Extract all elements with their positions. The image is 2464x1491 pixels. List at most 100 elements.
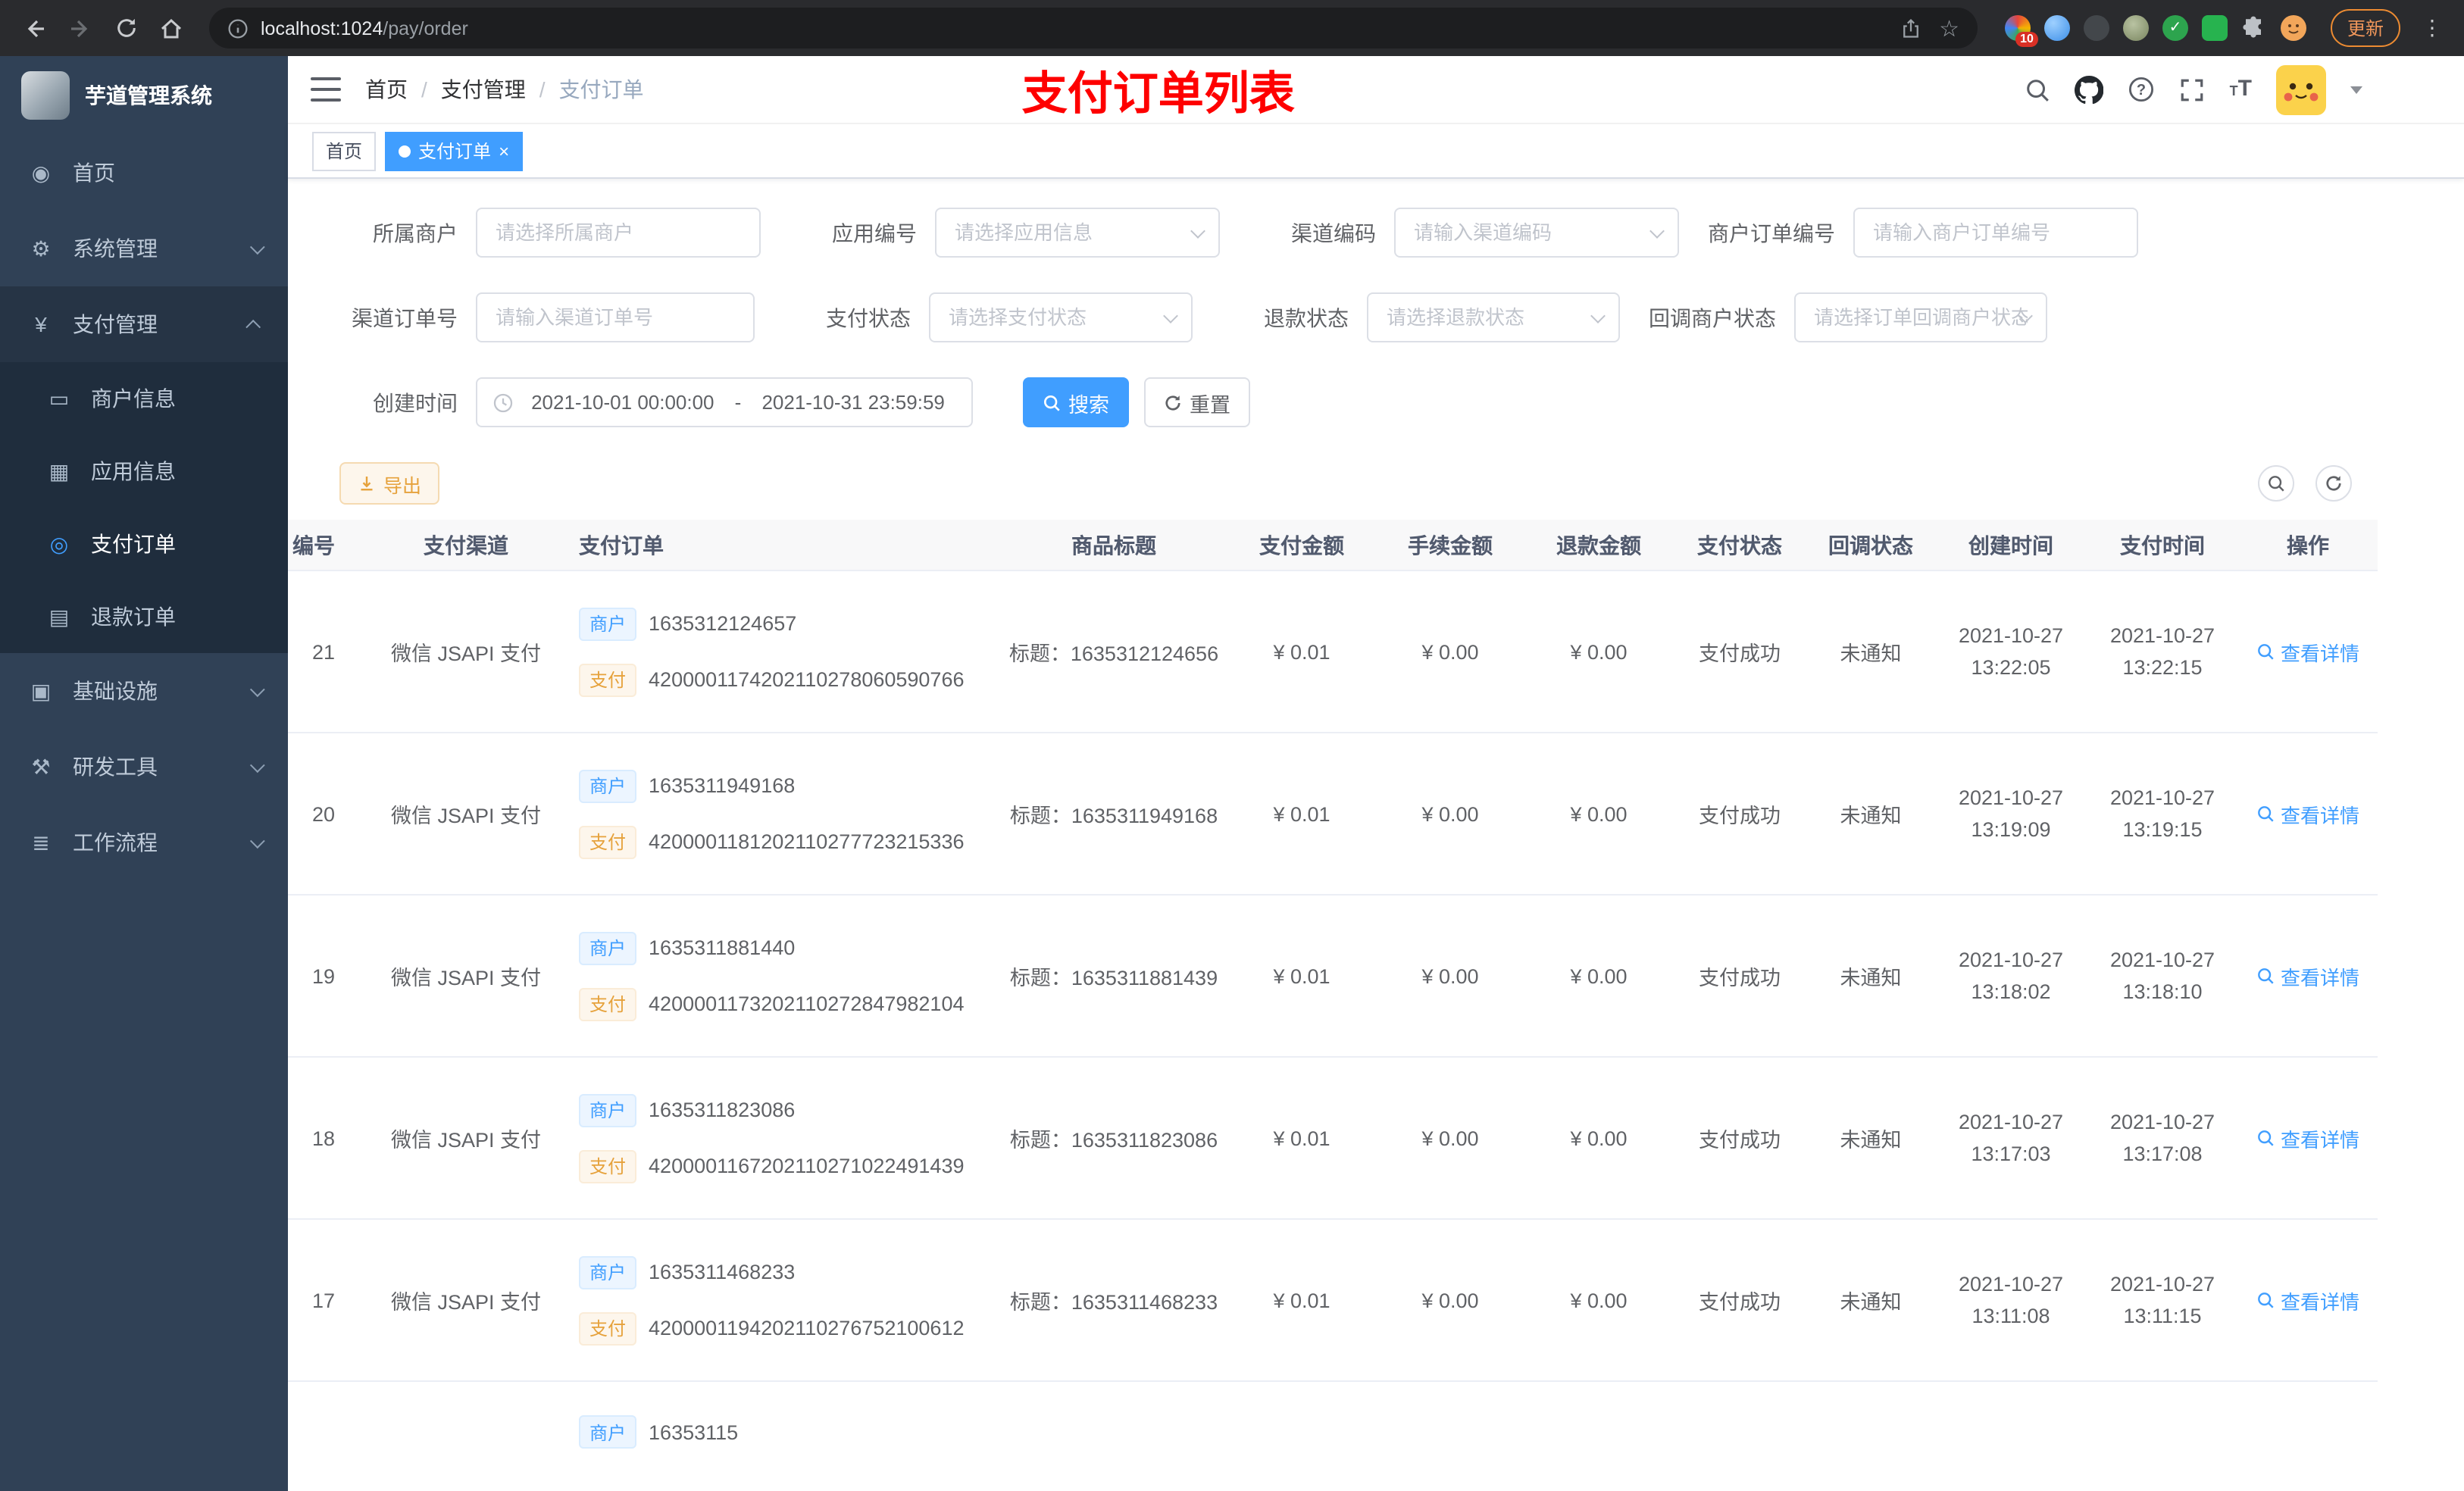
- breadcrumb: 首页 / 支付管理 / 支付订单: [365, 74, 644, 105]
- merchant-order-no-input[interactable]: [1853, 208, 2138, 258]
- header-order: 支付订单: [579, 533, 664, 557]
- site-info-icon[interactable]: [227, 17, 249, 39]
- cell-refund: [1524, 1382, 1673, 1491]
- forward-icon[interactable]: [61, 8, 100, 48]
- github-icon[interactable]: [2075, 75, 2104, 104]
- cell-title: 标题：1635312124656: [1008, 642, 1219, 665]
- sidebar-item-merchant-info[interactable]: ▭ 商户信息: [0, 362, 288, 435]
- sidebar-item-dev-tools[interactable]: ⚒ 研发工具: [0, 729, 288, 805]
- sidebar-item-system[interactable]: ⚙ 系统管理: [0, 211, 288, 286]
- view-detail-link[interactable]: 查看详情: [2256, 637, 2359, 666]
- cell-action: 查看详情: [2238, 1058, 2378, 1218]
- channel-order-no-input[interactable]: [476, 292, 755, 342]
- tab-label: 支付订单: [418, 141, 492, 162]
- extension-olive-icon[interactable]: [2122, 15, 2149, 41]
- sidebar-item-pay-order[interactable]: ◎ 支付订单: [0, 508, 288, 580]
- tools-icon: ⚒: [31, 754, 51, 778]
- user-avatar[interactable]: [2276, 64, 2326, 114]
- sidebar-toggle-icon[interactable]: [311, 77, 341, 102]
- caret-down-icon[interactable]: [2350, 86, 2362, 93]
- sidebar-item-app-info[interactable]: ▦ 应用信息: [0, 435, 288, 508]
- cell-order: 商户 1635312124657 支付 4200001174202110278060…: [561, 571, 1000, 732]
- merchant-label: 所属商户: [373, 220, 458, 245]
- grid-icon: ▦: [48, 458, 70, 483]
- app-no-select[interactable]: [935, 208, 1220, 258]
- extension-palette-icon[interactable]: 10: [2004, 15, 2038, 47]
- extension-check-icon[interactable]: ✓: [2162, 15, 2188, 41]
- header-status: 支付状态: [1697, 533, 1782, 557]
- view-detail-link[interactable]: 查看详情: [2256, 799, 2359, 828]
- create-time-range-picker[interactable]: 2021-10-01 00:00:00 - 2021-10-31 23:59:5…: [476, 377, 973, 427]
- merchant-order-no: 1635311949168: [649, 774, 796, 797]
- tab-home[interactable]: 首页: [312, 131, 377, 170]
- cell-fee: ¥ 0.00: [1421, 1289, 1479, 1311]
- sidebar-item-home[interactable]: ◉ 首页: [0, 135, 288, 211]
- cell-paid: 2021-10-27 13:19:15: [2109, 786, 2215, 841]
- chevron-down-icon: [249, 239, 265, 255]
- merchant-order-no: 1635311468233: [649, 1261, 796, 1283]
- merchant-order-no: 1635311823086: [649, 1099, 796, 1121]
- callback-status-select[interactable]: [1794, 292, 2047, 342]
- export-button[interactable]: 导出: [339, 462, 440, 505]
- cell-channel: 微信 JSAPI 支付: [390, 1129, 541, 1152]
- profile-avatar-icon[interactable]: [2280, 15, 2306, 41]
- extension-drop-icon[interactable]: [2043, 15, 2070, 41]
- sidebar-item-infrastructure[interactable]: ▣ 基础设施: [0, 653, 288, 729]
- back-icon[interactable]: [15, 8, 55, 48]
- browser-update-button[interactable]: 更新: [2330, 9, 2400, 47]
- cell-notify: 未通知: [1840, 967, 1902, 989]
- search-button[interactable]: 搜索: [1023, 377, 1129, 427]
- cell-refund: ¥ 0.00: [1570, 802, 1628, 825]
- font-size-icon[interactable]: TT: [2230, 76, 2252, 103]
- close-icon[interactable]: ×: [499, 142, 509, 160]
- browser-menu-icon[interactable]: ⋮: [2416, 15, 2449, 41]
- target-icon: ◎: [49, 531, 69, 555]
- app-logo-row[interactable]: 芋道管理系统: [0, 56, 288, 135]
- fullscreen-icon[interactable]: [2180, 77, 2206, 102]
- view-detail-link[interactable]: 查看详情: [2256, 1124, 2359, 1152]
- chevron-up-icon: [245, 318, 261, 334]
- sidebar-item-payment[interactable]: ¥ 支付管理: [0, 286, 288, 362]
- home-icon[interactable]: [152, 8, 191, 48]
- breadcrumb-section[interactable]: 支付管理: [441, 74, 526, 105]
- refund-status-select[interactable]: [1367, 292, 1620, 342]
- cell-amount: ¥ 0.01: [1273, 640, 1330, 663]
- tab-pay-order[interactable]: 支付订单 ×: [385, 131, 524, 170]
- address-bar[interactable]: localhost:1024/pay/order ☆: [209, 8, 1978, 48]
- extensions-puzzle-icon[interactable]: [2241, 15, 2267, 41]
- channel-code-select[interactable]: [1394, 208, 1679, 258]
- merchant-input[interactable]: [476, 208, 761, 258]
- pay-order-no: 4200001173202110272847982104: [649, 992, 965, 1015]
- header-paid: 支付时间: [2120, 533, 2205, 557]
- cell-refund: ¥ 0.00: [1570, 1289, 1628, 1311]
- cell-notify: 未通知: [1840, 805, 1902, 827]
- breadcrumb-home[interactable]: 首页: [365, 74, 408, 105]
- extension-green-icon[interactable]: [2201, 15, 2228, 41]
- extension-dark-icon[interactable]: [2083, 15, 2109, 41]
- yen-icon: ¥: [35, 312, 47, 336]
- view-detail-link[interactable]: 查看详情: [2256, 1286, 2359, 1314]
- cell-notify: 未通知: [1840, 642, 1902, 665]
- bookmark-star-icon[interactable]: ☆: [1939, 14, 1959, 42]
- date-start[interactable]: 2021-10-01 00:00:00: [520, 391, 726, 414]
- cell-paid: 2021-10-27 13:18:10: [2109, 949, 2215, 1003]
- table-row: 21 微信 JSAPI 支付 商户 1635312124657 支付 4200001…: [288, 571, 2378, 733]
- search-icon[interactable]: [2025, 77, 2051, 102]
- share-icon[interactable]: [1900, 17, 1921, 39]
- reset-button[interactable]: 重置: [1144, 377, 1250, 427]
- reload-icon[interactable]: [106, 8, 145, 48]
- refresh-table-button[interactable]: [2315, 465, 2352, 502]
- cell-fee: ¥ 0.00: [1421, 1127, 1479, 1149]
- header-channel: 支付渠道: [424, 533, 508, 557]
- help-icon[interactable]: ?: [2128, 76, 2156, 103]
- pay-order-no: 4200001194202110276752100612: [649, 1317, 965, 1339]
- header-refund: 退款金额: [1556, 533, 1641, 557]
- sidebar-item-refund-order[interactable]: ▤ 退款订单: [0, 580, 288, 653]
- cell-id: 21: [311, 640, 335, 663]
- refresh-icon: [2326, 476, 2341, 491]
- date-end[interactable]: 2021-10-31 23:59:59: [750, 391, 956, 414]
- toggle-search-button[interactable]: [2258, 465, 2294, 502]
- pay-status-select[interactable]: [929, 292, 1193, 342]
- sidebar-item-workflow[interactable]: ≣ 工作流程: [0, 805, 288, 880]
- view-detail-link[interactable]: 查看详情: [2256, 961, 2359, 990]
